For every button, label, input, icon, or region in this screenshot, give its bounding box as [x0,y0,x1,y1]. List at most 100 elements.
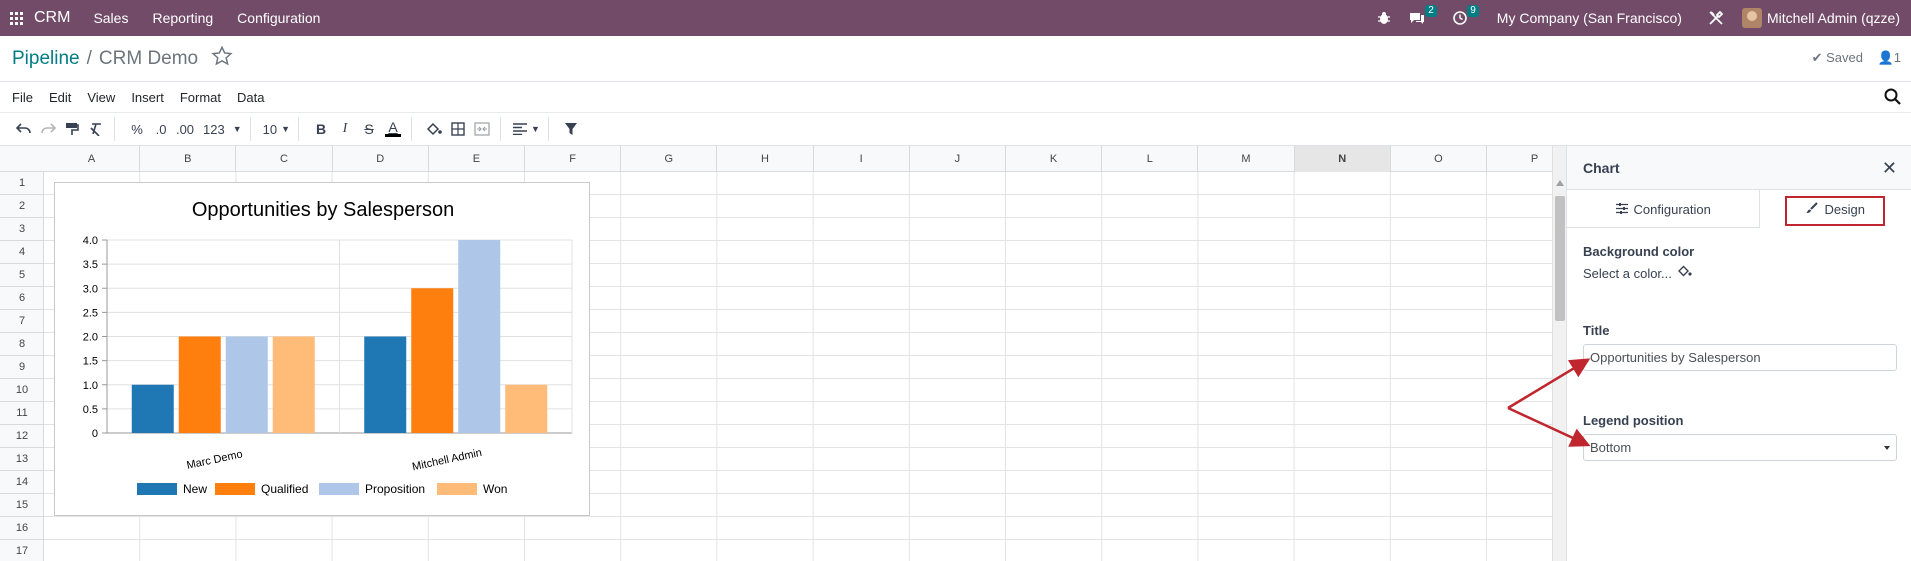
close-icon[interactable]: ✕ [1882,158,1897,179]
chat-icon[interactable]: 2 [1409,5,1437,25]
menu-view[interactable]: View [87,90,115,105]
row-header-9[interactable]: 9 [0,356,44,379]
strikethrough-icon[interactable]: S [359,117,379,141]
paint-format-icon[interactable] [62,117,82,141]
row-header-14[interactable]: 14 [0,471,44,494]
menu-sales[interactable]: Sales [93,10,128,26]
column-header-J[interactable]: J [910,146,1006,172]
tab-configuration[interactable]: Configuration [1567,190,1761,228]
bar-won-0 [272,336,315,433]
collaborators-count[interactable]: 👤1 [1878,50,1901,66]
menu-format[interactable]: Format [180,90,221,105]
tools-icon[interactable] [1708,10,1724,26]
row-header-10[interactable]: 10 [0,379,44,402]
company-switcher[interactable]: My Company (San Francisco) [1497,10,1682,26]
chart-title-input[interactable]: Opportunities by Salesperson [1583,344,1897,371]
legend-swatch-proposition [319,483,359,495]
font-size-label: 10 [262,121,278,137]
merge-cells-icon[interactable] [472,117,492,141]
toolbar-divider [500,117,502,141]
bug-icon[interactable] [1377,11,1391,25]
bar-chart[interactable]: Opportunities by Salesperson 0 0.5 1.0 1.5 2… [54,182,590,516]
row-header-16[interactable]: 16 [0,517,44,540]
fill-color-icon[interactable] [424,117,444,141]
filter-icon[interactable] [561,117,581,141]
user-icon: 👤 [1877,50,1894,65]
search-icon[interactable] [1884,88,1901,108]
percent-format-button[interactable]: % [127,117,147,141]
clear-format-icon[interactable] [86,117,106,141]
row-header-17[interactable]: 17 [0,540,44,561]
breadcrumb-pipeline[interactable]: Pipeline [12,48,80,70]
column-header-O[interactable]: O [1391,146,1487,172]
saved-status: ✔ Saved [1812,50,1863,66]
column-header-I[interactable]: I [814,146,910,172]
row-header-4[interactable]: 4 [0,241,44,264]
undo-icon[interactable] [14,117,34,141]
x-axis-label: Mitchell Admin [411,447,483,473]
italic-icon[interactable]: I [335,117,355,141]
user-avatar[interactable] [1741,8,1762,28]
column-header-P[interactable]: P [1487,146,1552,172]
column-header-E[interactable]: E [429,146,525,172]
favorite-star-icon[interactable] [211,45,233,73]
menu-configuration[interactable]: Configuration [237,10,320,26]
row-header-11[interactable]: 11 [0,402,44,425]
row-header-6[interactable]: 6 [0,287,44,310]
toolbar-divider [298,117,300,141]
legend-position-select[interactable]: Bottom [1583,434,1897,461]
row-header-8[interactable]: 8 [0,333,44,356]
number-format-dropdown[interactable]: 123 ▼ [203,117,242,141]
legend-swatch-won [437,483,477,495]
column-header-D[interactable]: D [333,146,429,172]
document-title[interactable]: CRM Demo [99,48,198,70]
column-header-F[interactable]: F [525,146,622,172]
bar-qualified-0 [178,336,221,433]
menu-reporting[interactable]: Reporting [152,10,213,26]
row-header-7[interactable]: 7 [0,310,44,333]
column-header-A[interactable]: A [44,146,141,172]
vertical-scrollbar[interactable] [1552,146,1566,561]
bar-new-1 [364,336,407,433]
legend-position-section: Legend position Bottom [1567,413,1911,461]
scrollbar-thumb[interactable] [1555,196,1565,321]
fill-color-icon [1677,265,1692,281]
activity-clock-icon[interactable]: 9 [1452,5,1479,25]
menu-edit[interactable]: Edit [49,90,71,105]
align-dropdown[interactable]: ▼ [513,117,540,141]
background-color-picker[interactable]: Select a color... [1583,265,1911,281]
apps-menu-icon[interactable] [1,0,31,36]
column-header-C[interactable]: C [236,146,333,172]
chart-side-panel: Chart ✕ Configuration Design Background … [1566,146,1911,561]
app-brand[interactable]: CRM [34,9,70,27]
menu-file[interactable]: File [12,90,33,105]
column-header-H[interactable]: H [717,146,814,172]
column-header-L[interactable]: L [1102,146,1199,172]
user-menu[interactable]: Mitchell Admin (qzze) [1767,10,1900,26]
row-header-12[interactable]: 12 [0,425,44,448]
row-header-5[interactable]: 5 [0,264,44,287]
menu-insert[interactable]: Insert [131,90,164,105]
font-size-dropdown[interactable]: 10 ▼ [263,117,290,141]
redo-icon[interactable] [38,117,58,141]
tab-configuration-label: Configuration [1633,201,1711,217]
row-header-1[interactable]: 1 [0,172,44,195]
row-header-15[interactable]: 15 [0,494,44,517]
scroll-up-arrow[interactable] [1556,180,1564,186]
bold-icon[interactable]: B [311,117,331,141]
menu-data[interactable]: Data [237,90,264,105]
text-color-icon[interactable]: A [383,117,403,141]
legend-label-won: Won [483,482,507,496]
column-header-K[interactable]: K [1006,146,1103,172]
column-header-M[interactable]: M [1198,146,1295,172]
decrease-decimal-button[interactable]: .0 [151,117,171,141]
column-header-N[interactable]: N [1294,146,1391,172]
row-header-3[interactable]: 3 [0,218,44,241]
column-header-G[interactable]: G [621,146,718,172]
row-header-13[interactable]: 13 [0,448,44,471]
panel-header: Chart [1567,146,1911,190]
column-header-B[interactable]: B [140,146,237,172]
increase-decimal-button[interactable]: .00 [175,117,195,141]
row-header-2[interactable]: 2 [0,195,44,218]
borders-icon[interactable] [448,117,468,141]
